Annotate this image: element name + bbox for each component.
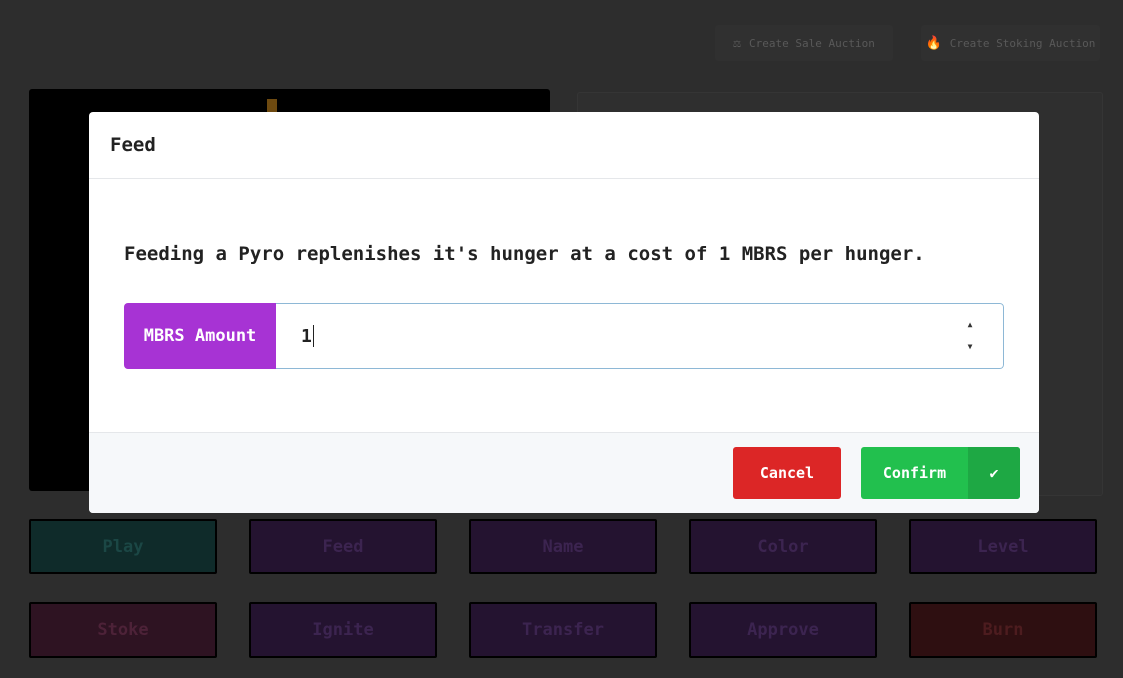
action-grid: Play Feed Name Color Level Stoke Ignite … [29,519,1097,658]
create-sale-auction-button[interactable]: ⚖ Create Sale Auction [715,25,893,61]
feed-modal: Feed Feeding a Pyro replenishes it's hun… [89,112,1039,513]
mbrs-amount-label: MBRS Amount [124,303,276,369]
modal-footer: Cancel Confirm ✔ [89,432,1039,513]
pyro-sprite [267,99,277,113]
play-button[interactable]: Play [29,519,217,574]
number-spinner[interactable]: ▲ ▼ [963,321,977,351]
spinner-up-icon[interactable]: ▲ [968,321,973,329]
mbrs-amount-input[interactable]: 1 ▲ ▼ [276,303,1004,369]
approve-button[interactable]: Approve [689,602,877,658]
stoke-button[interactable]: Stoke [29,602,217,658]
create-stoking-auction-button[interactable]: 🔥 Create Stoking Auction [921,25,1100,61]
level-button[interactable]: Level [909,519,1097,574]
burn-button[interactable]: Burn [909,602,1097,658]
mbrs-amount-value: 1 [301,325,312,347]
color-button[interactable]: Color [689,519,877,574]
create-stoking-auction-label: Create Stoking Auction [949,36,1096,50]
modal-header: Feed [89,112,1039,179]
confirm-button[interactable]: Confirm ✔ [861,447,1020,499]
modal-title: Feed [110,134,156,156]
spinner-down-icon[interactable]: ▼ [968,343,973,351]
cancel-button[interactable]: Cancel [733,447,841,499]
create-sale-auction-label: Create Sale Auction [748,36,875,50]
name-button[interactable]: Name [469,519,657,574]
check-icon: ✔ [968,447,1020,499]
scale-icon: ⚖ [733,35,741,51]
text-caret [312,325,314,347]
mbrs-amount-group: MBRS Amount 1 ▲ ▼ [124,303,1004,369]
fire-icon: 🔥 [925,35,942,51]
transfer-button[interactable]: Transfer [469,602,657,658]
confirm-label: Confirm [882,464,947,482]
ignite-button[interactable]: Ignite [249,602,437,658]
feed-description: Feeding a Pyro replenishes it's hunger a… [124,243,925,265]
feed-button[interactable]: Feed [249,519,437,574]
